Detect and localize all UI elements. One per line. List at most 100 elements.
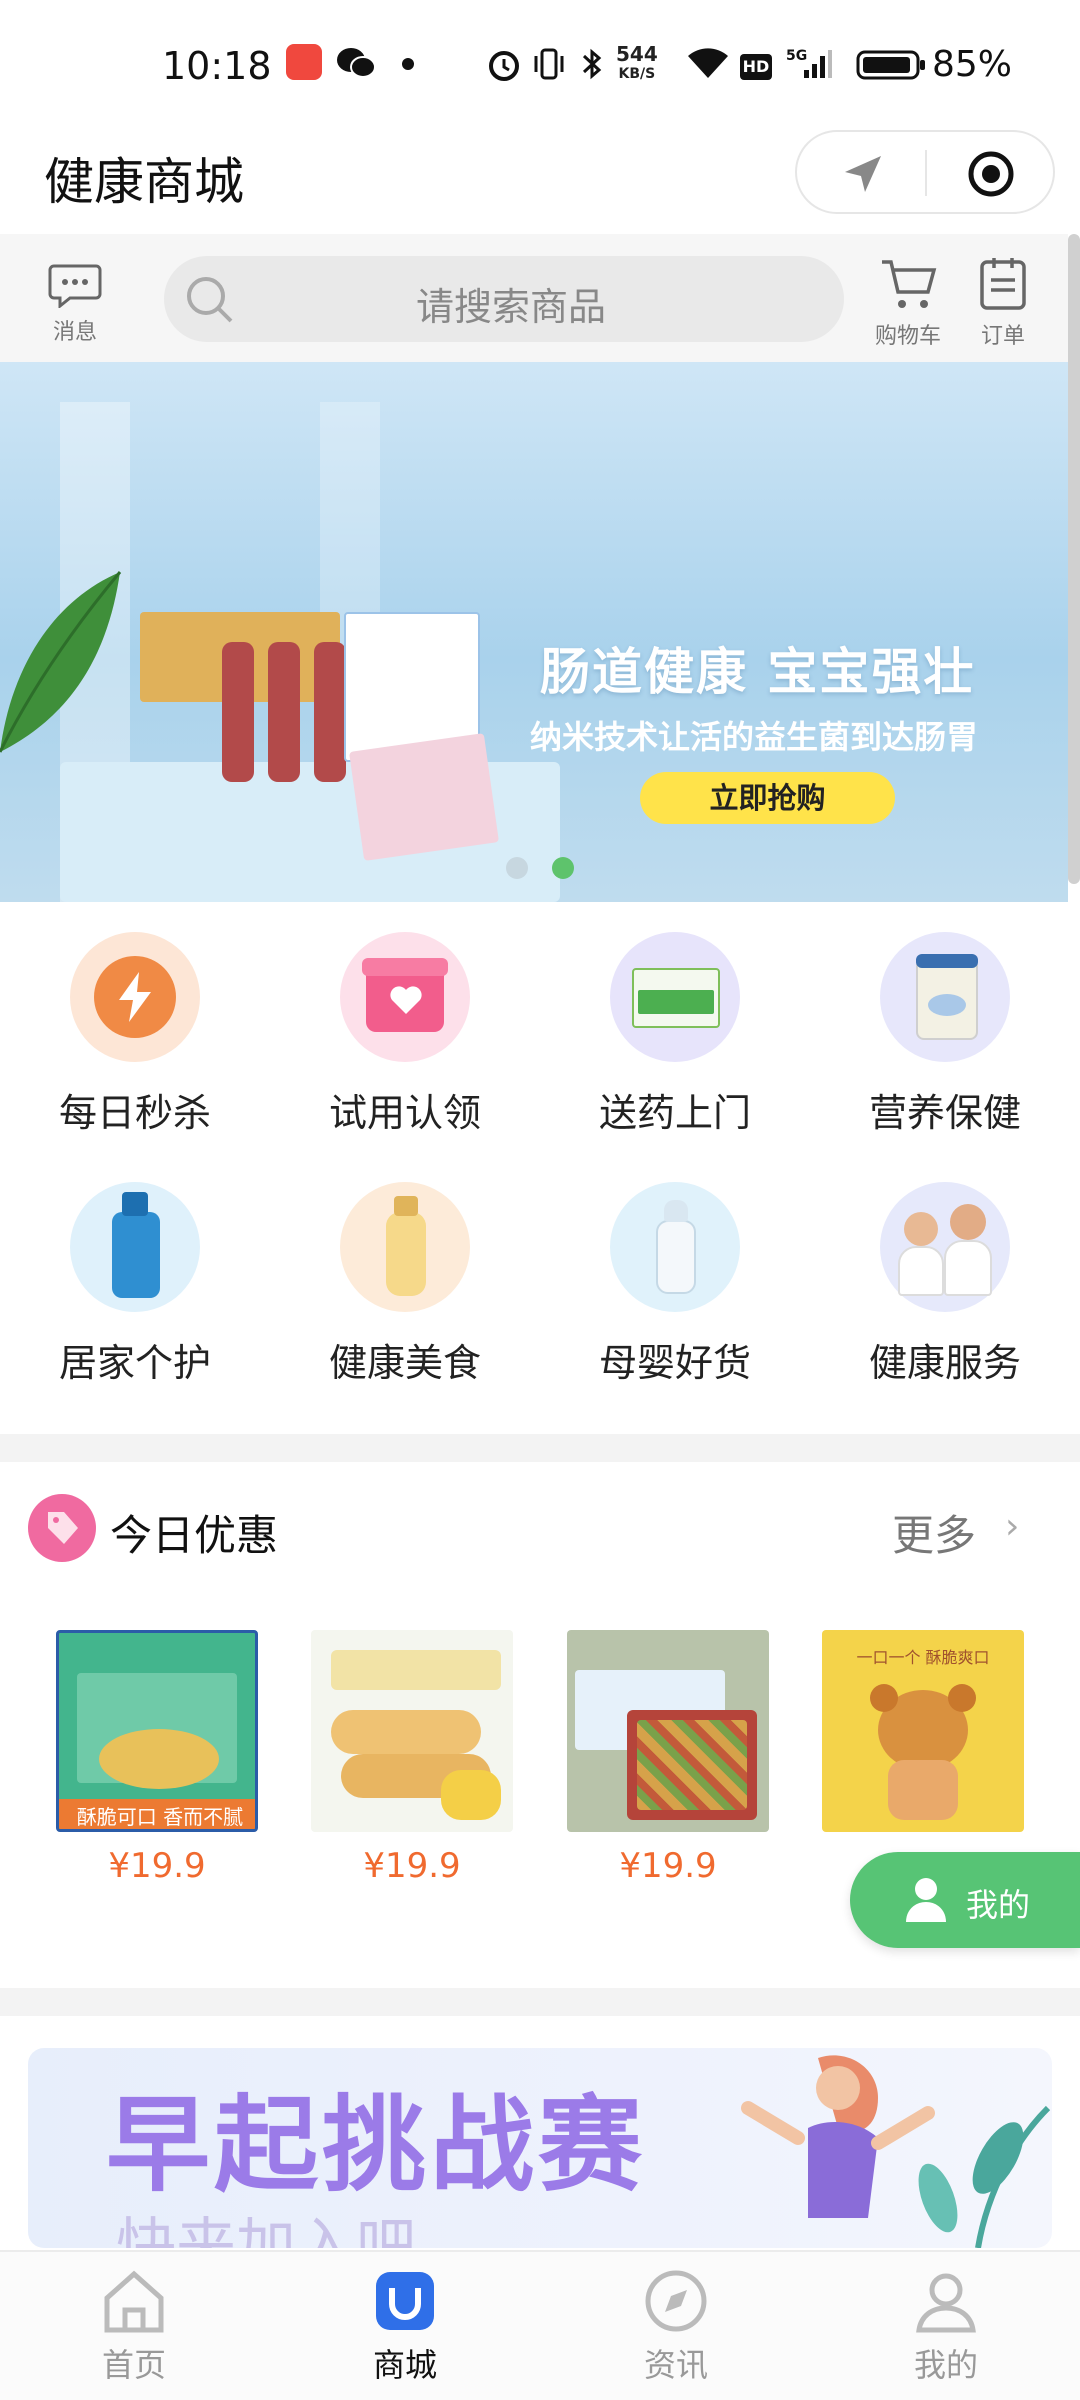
tab-mall[interactable]: 商城: [325, 2266, 485, 2386]
status-bar: 10:18 544 KB/S HD 5G 85%: [0, 0, 1080, 130]
category-health-services[interactable]: 健康服务: [810, 1182, 1080, 1387]
promo-banner[interactable]: 肠道健康 宝宝强壮 纳米技术让活的益生菌到达肠胃 立即抢购: [0, 362, 1068, 902]
nut-cake-box-image: [567, 1630, 769, 1832]
section-divider: [0, 1988, 1080, 2016]
product-pack-image: [349, 733, 499, 861]
shampoo-bottle-icon: [70, 1182, 200, 1312]
home-icon: [99, 2266, 169, 2336]
person-icon: [906, 1878, 946, 1922]
banner-headline: 肠道健康 宝宝强壮: [540, 643, 976, 701]
carousel-dot-active[interactable]: [552, 857, 574, 879]
product-price: ¥19.9: [108, 1846, 206, 1886]
message-icon: [48, 264, 102, 310]
deals-title: 今日优惠: [110, 1511, 279, 1560]
profile-icon: [911, 2266, 981, 2336]
bear-biscuit-image: 一口一个 酥脆爽口: [822, 1630, 1024, 1832]
category-label: 试用认领: [328, 1091, 481, 1135]
lightning-clock-icon: [70, 932, 200, 1062]
baby-bottle-icon: [610, 1182, 740, 1312]
corn-rolls-image: [311, 1630, 513, 1832]
crispy-snack-box-image: 酥脆可口 香而不腻: [56, 1630, 258, 1832]
my-floating-button[interactable]: 我的: [850, 1852, 1080, 1948]
category-label: 每日秒杀: [58, 1091, 211, 1135]
category-home-care[interactable]: 居家个护: [0, 1182, 270, 1387]
orders-label: 订单: [980, 324, 1025, 349]
doctors-icon: [880, 1182, 1010, 1312]
tab-news[interactable]: 资讯: [596, 2266, 756, 2386]
carousel-dot[interactable]: [506, 857, 528, 879]
scrollbar[interactable]: [1068, 234, 1080, 884]
app-icon: [286, 44, 322, 80]
status-time: 10:18: [162, 44, 272, 88]
product-caption: 一口一个 酥脆爽口: [856, 1648, 990, 1667]
battery-icon: [856, 50, 925, 80]
tab-label: 首页: [101, 2346, 166, 2384]
early-rise-challenge-banner[interactable]: 早起挑战赛 快来加入吧: [28, 2048, 1052, 2248]
challenge-subline: 快来加入吧: [116, 2212, 416, 2248]
vibrate-icon: [534, 48, 564, 80]
category-label: 健康服务: [868, 1341, 1021, 1385]
search-row: 消息 请搜索商品 购物车 订单: [0, 234, 1068, 362]
category-nutrition-health[interactable]: 营养保健: [810, 932, 1080, 1137]
floating-button-label: 我的: [966, 1886, 1031, 1924]
category-label: 健康美食: [328, 1341, 481, 1385]
search-icon: [187, 277, 233, 323]
title-bar: 健康商城: [0, 130, 1080, 234]
mini-program-capsule: [795, 130, 1055, 214]
medicine-box-icon: [610, 932, 740, 1062]
category-healthy-food[interactable]: 健康美食: [270, 1182, 540, 1387]
orders-button[interactable]: 订单: [968, 256, 1038, 350]
chevron-right-icon[interactable]: ›: [1005, 1506, 1019, 1547]
deals-more-link[interactable]: 更多: [892, 1502, 976, 1563]
runner-illustration-icon: [741, 2055, 1051, 2248]
product-price: ¥19.9: [363, 1846, 461, 1886]
location-arrow-icon[interactable]: [841, 152, 885, 196]
orders-icon: [980, 258, 1026, 310]
tab-label: 资讯: [643, 2346, 708, 2384]
tab-profile[interactable]: 我的: [866, 2266, 1026, 2386]
cart-label: 购物车: [874, 324, 941, 349]
section-divider: [0, 1434, 1080, 1462]
product-vial-image: [222, 642, 254, 782]
deals-header: 今日优惠 更多 ›: [0, 1464, 1080, 1584]
category-medicine-delivery[interactable]: 送药上门: [540, 932, 810, 1137]
product-card[interactable]: 酥脆可口 香而不腻 ¥19.9: [56, 1630, 258, 1886]
wifi-icon: [688, 48, 728, 78]
net-speed-icon: 544 KB/S: [616, 42, 658, 82]
mall-bag-icon: [370, 2266, 440, 2336]
banner-cta-button[interactable]: 立即抢购: [640, 772, 895, 824]
alarm-icon: [489, 51, 519, 81]
category-mother-baby[interactable]: 母婴好货: [540, 1182, 810, 1387]
product-card[interactable]: ¥19.9: [311, 1630, 513, 1886]
gift-heart-icon: [340, 932, 470, 1062]
bluetooth-icon: [582, 48, 602, 80]
cart-icon: [882, 260, 937, 308]
tab-label: 商城: [372, 2346, 437, 2384]
cart-button[interactable]: 购物车: [866, 256, 950, 350]
product-card[interactable]: ¥19.9: [567, 1630, 769, 1886]
message-label: 消息: [52, 320, 97, 345]
tab-label: 我的: [913, 2346, 978, 2384]
message-button[interactable]: 消息: [40, 262, 110, 346]
wechat-icon: [337, 48, 376, 78]
search-placeholder: 请搜索商品: [416, 285, 607, 329]
target-icon[interactable]: [967, 150, 1015, 198]
price-tag-icon: [28, 1494, 96, 1562]
product-price: ¥19.9: [619, 1846, 717, 1886]
category-trial-claim[interactable]: 试用认领: [270, 932, 540, 1137]
dot-icon: [402, 58, 414, 70]
nutrition-can-icon: [880, 932, 1010, 1062]
challenge-headline: 早起挑战赛: [106, 2084, 647, 2206]
search-input[interactable]: 请搜索商品: [164, 256, 844, 342]
svg-text:5G: 5G: [786, 48, 807, 64]
plant-leaf-icon: [0, 571, 122, 753]
page-title: 健康商城: [44, 153, 244, 211]
category-daily-flash-sale[interactable]: 每日秒杀: [0, 932, 270, 1137]
battery-percent: 85%: [932, 44, 1013, 85]
product-caption: 酥脆可口 香而不腻: [59, 1799, 255, 1829]
category-label: 居家个护: [58, 1341, 211, 1385]
hd-icon: HD: [740, 54, 772, 80]
category-label: 母婴好货: [598, 1341, 751, 1385]
tab-home[interactable]: 首页: [54, 2266, 214, 2386]
product-card[interactable]: 一口一个 酥脆爽口: [822, 1630, 1024, 1846]
